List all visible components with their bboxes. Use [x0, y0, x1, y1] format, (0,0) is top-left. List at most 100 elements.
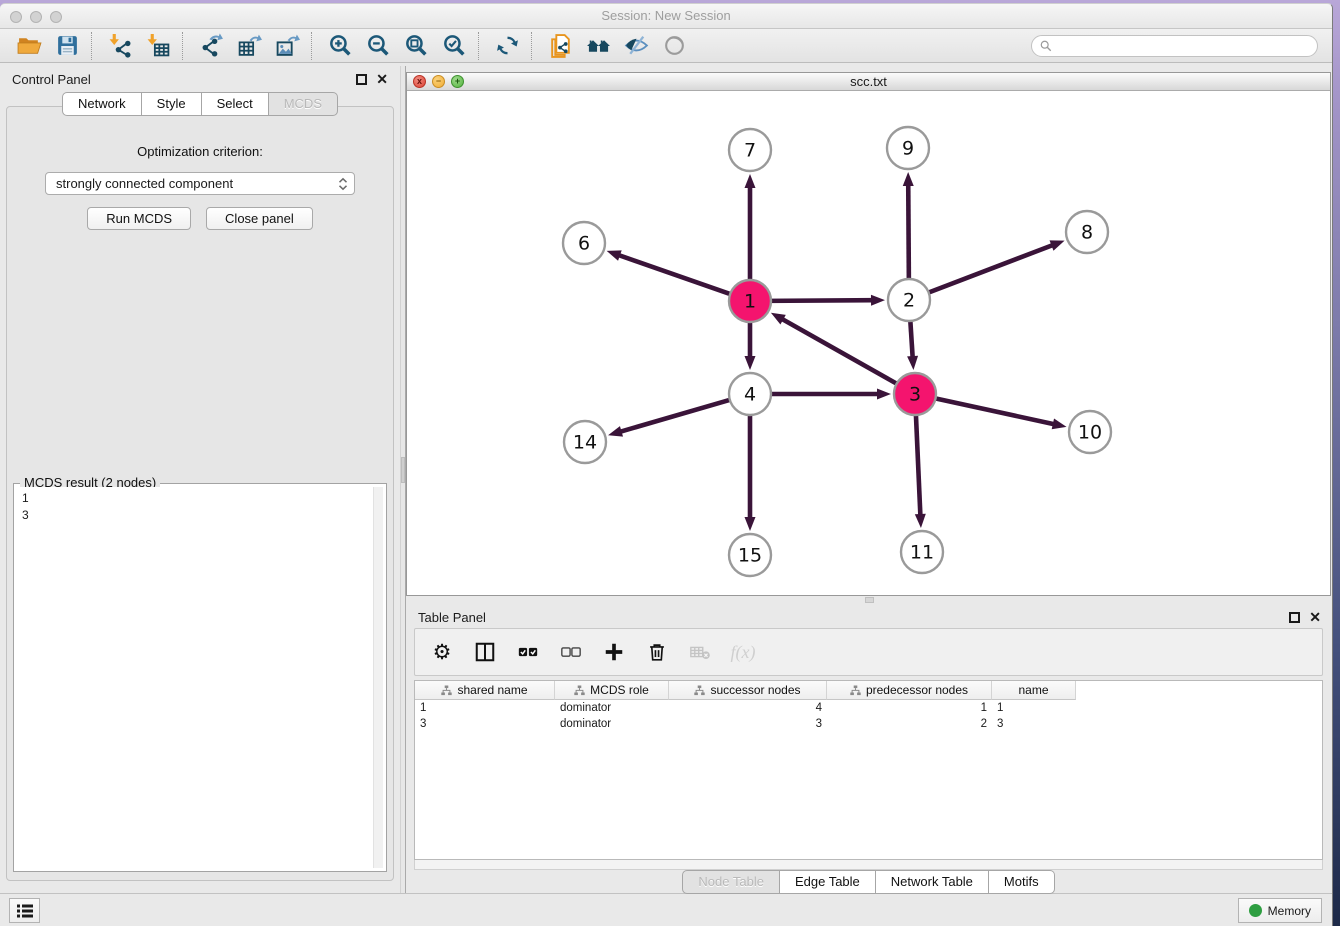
- splitter-handle[interactable]: [401, 457, 405, 483]
- tab-edge-table[interactable]: Edge Table: [780, 870, 876, 894]
- zoom-out-icon: [366, 33, 391, 58]
- tab-network[interactable]: Network: [62, 92, 142, 116]
- network-graph[interactable]: 7968124314101511: [407, 91, 1330, 595]
- save-session-button[interactable]: [48, 31, 86, 61]
- graph-node-label: 8: [1081, 222, 1093, 244]
- graph-node-label: 11: [910, 542, 934, 564]
- graph-edge-3-10[interactable]: [934, 398, 1055, 424]
- graph-edge-3-1[interactable]: [781, 319, 898, 385]
- table-cell[interactable]: dominator: [555, 700, 669, 716]
- result-item[interactable]: 1: [22, 490, 367, 507]
- search-input[interactable]: [1057, 39, 1309, 53]
- zoom-selected-button[interactable]: [435, 31, 473, 61]
- table-cell[interactable]: 3: [415, 716, 555, 732]
- column-header-label: shared name: [457, 683, 527, 697]
- column-header-successor-nodes[interactable]: successor nodes: [669, 681, 827, 700]
- show-all-button[interactable]: [655, 31, 693, 61]
- export-image-button[interactable]: [268, 31, 306, 61]
- column-header-mcds-role[interactable]: MCDS role: [555, 681, 669, 700]
- close-panel-icon[interactable]: ✕: [376, 74, 388, 85]
- edge-arrowhead: [745, 517, 756, 531]
- table-row[interactable]: 3dominator323: [415, 716, 1322, 732]
- optimization-dropdown[interactable]: strongly connected component: [45, 172, 355, 195]
- frame-maximize-button[interactable]: +: [451, 75, 464, 88]
- network-window-controls: x − +: [413, 75, 464, 88]
- create-column-button[interactable]: [601, 639, 627, 665]
- import-table-button[interactable]: [139, 31, 177, 61]
- graph-node-label: 15: [738, 545, 762, 567]
- splitter-handle[interactable]: [865, 597, 874, 603]
- table-hscrollbar[interactable]: [414, 860, 1323, 870]
- table-cell[interactable]: 1: [992, 700, 1076, 716]
- result-scrollbar[interactable]: [373, 487, 383, 868]
- window-zoom-button[interactable]: [50, 11, 62, 23]
- column-header-predecessor-nodes[interactable]: predecessor nodes: [827, 681, 992, 700]
- export-network-button[interactable]: [192, 31, 230, 61]
- unselect-all-columns-button[interactable]: [558, 639, 584, 665]
- tab-network-table[interactable]: Network Table: [876, 870, 989, 894]
- column-header-shared-name[interactable]: shared name: [415, 681, 555, 700]
- tab-mcds[interactable]: MCDS: [269, 92, 338, 116]
- table-settings-button[interactable]: ⚙: [429, 639, 455, 665]
- graph-edge-2-8[interactable]: [927, 245, 1054, 293]
- delete-table-button[interactable]: [687, 639, 713, 665]
- edge-arrowhead: [871, 295, 885, 306]
- edge-arrowhead: [907, 356, 918, 370]
- select-all-columns-button[interactable]: [515, 639, 541, 665]
- graph-edge-3-11[interactable]: [916, 413, 921, 516]
- show-tasks-button[interactable]: [9, 898, 40, 923]
- horizontal-splitter[interactable]: [406, 596, 1331, 604]
- edge-arrowhead: [1050, 240, 1065, 250]
- table-cell[interactable]: 3: [992, 716, 1076, 732]
- network-window-titlebar[interactable]: x − + scc.txt: [407, 73, 1330, 91]
- search-icon: [1040, 40, 1052, 52]
- graph-edge-2-9[interactable]: [908, 184, 909, 281]
- table-row[interactable]: 1dominator411: [415, 700, 1322, 716]
- window-minimize-button[interactable]: [30, 11, 42, 23]
- frame-close-button[interactable]: x: [413, 75, 426, 88]
- graph-edge-1-2[interactable]: [769, 300, 873, 301]
- function-builder-button[interactable]: f(x): [730, 639, 756, 665]
- graph-edge-4-14[interactable]: [620, 399, 732, 432]
- graph-edge-2-3[interactable]: [910, 319, 912, 358]
- float-panel-icon[interactable]: [356, 74, 367, 85]
- mcds-result-list[interactable]: 13: [17, 487, 372, 868]
- tab-node-table[interactable]: Node Table: [682, 870, 780, 894]
- import-network-button[interactable]: [101, 31, 139, 61]
- table-cell[interactable]: 1: [415, 700, 555, 716]
- column-header-name[interactable]: name: [992, 681, 1076, 700]
- show-columns-button[interactable]: [472, 639, 498, 665]
- delete-column-button[interactable]: [644, 639, 670, 665]
- close-panel-icon[interactable]: ✕: [1309, 612, 1321, 623]
- export-table-button[interactable]: [230, 31, 268, 61]
- network-canvas[interactable]: 7968124314101511: [407, 91, 1330, 595]
- memory-button[interactable]: Memory: [1238, 898, 1322, 923]
- result-item[interactable]: 3: [22, 507, 367, 524]
- first-neighbors-button[interactable]: [579, 31, 617, 61]
- run-mcds-button[interactable]: Run MCDS: [87, 207, 191, 230]
- table-cell[interactable]: 1: [827, 700, 992, 716]
- mcds-result-group: MCDS result (2 nodes) 13: [13, 483, 387, 872]
- zoom-out-button[interactable]: [359, 31, 397, 61]
- apply-layout-button[interactable]: [488, 31, 526, 61]
- duplicate-network-button[interactable]: [541, 31, 579, 61]
- table-panel-title: Table Panel: [418, 610, 486, 625]
- table-cell[interactable]: dominator: [555, 716, 669, 732]
- graph-edge-1-6[interactable]: [618, 255, 732, 295]
- tab-style[interactable]: Style: [142, 92, 202, 116]
- tab-motifs[interactable]: Motifs: [989, 870, 1055, 894]
- zoom-in-button[interactable]: [321, 31, 359, 61]
- tab-select[interactable]: Select: [202, 92, 269, 116]
- graph-node-label: 9: [902, 138, 914, 160]
- hide-selected-button[interactable]: [617, 31, 655, 61]
- graph-node-label: 14: [573, 432, 597, 454]
- float-panel-icon[interactable]: [1289, 612, 1300, 623]
- table-cell[interactable]: 4: [669, 700, 827, 716]
- zoom-fit-button[interactable]: [397, 31, 435, 61]
- table-cell[interactable]: 3: [669, 716, 827, 732]
- close-panel-button[interactable]: Close panel: [206, 207, 313, 230]
- frame-minimize-button[interactable]: −: [432, 75, 445, 88]
- open-session-button[interactable]: [10, 31, 48, 61]
- window-close-button[interactable]: [10, 11, 22, 23]
- table-cell[interactable]: 2: [827, 716, 992, 732]
